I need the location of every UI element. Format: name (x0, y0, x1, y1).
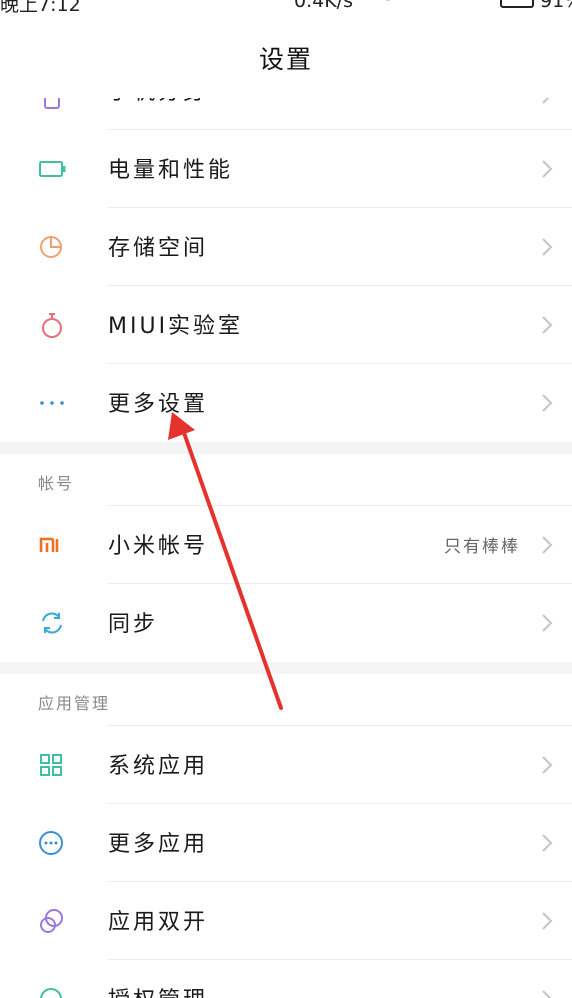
settings-item-label: 电量和性能 (108, 158, 234, 183)
status-battery-percent: 91% (540, 0, 572, 12)
status-network-speed: 0.4K/s (294, 0, 353, 12)
settings-item-storage[interactable]: 存储空间 (0, 208, 572, 286)
apps-grid-icon (40, 754, 62, 776)
settings-item-label: 同步 (108, 612, 159, 637)
chevron-right-icon (542, 238, 553, 256)
settings-item-label: 系统应用 (108, 754, 209, 779)
storage-pie-icon (40, 236, 62, 258)
more-apps-icon (39, 831, 63, 855)
section-title: 应用管理 (38, 694, 111, 713)
settings-item-permissions[interactable]: 授权管理 (0, 960, 572, 998)
account-name-value: 只有棒棒 (444, 537, 520, 557)
settings-item-dual-apps[interactable]: 应用双开 (0, 882, 572, 960)
chevron-right-icon (542, 912, 553, 930)
chevron-right-icon (542, 614, 553, 632)
settings-item-sync[interactable]: 同步 (0, 584, 572, 662)
settings-item-miui-lab[interactable]: MIUI实验室 (0, 286, 572, 364)
chevron-right-icon (542, 394, 553, 412)
chevron-right-icon (542, 536, 553, 554)
section-header-app-management: 应用管理 (0, 674, 572, 726)
title-bar: 设置 (0, 22, 572, 98)
settings-item-label: MIUI实验室 (108, 314, 244, 339)
status-signal-icons (385, 0, 391, 1)
page-title: 设置 (258, 45, 313, 74)
dual-apps-icon (40, 909, 63, 933)
settings-item-label: 应用双开 (108, 910, 209, 935)
chevron-right-icon (542, 756, 553, 774)
settings-item-more-settings[interactable]: 更多设置 (0, 364, 572, 442)
chevron-right-icon (542, 834, 553, 852)
chevron-right-icon (542, 316, 553, 334)
battery-status-icon (500, 0, 534, 8)
battery-icon (39, 161, 66, 177)
settings-item-label: 更多设置 (108, 392, 209, 417)
more-dots-icon (40, 401, 64, 405)
status-time: 晚上7:12 (0, 0, 81, 16)
settings-item-label: 更多应用 (108, 832, 209, 857)
sync-icon (42, 612, 62, 634)
settings-item-mi-account[interactable]: 小米帐号 只有棒棒 (0, 506, 572, 584)
section-gap (0, 442, 572, 454)
status-bar: 晚上7:12 0.4K/s 91% (0, 0, 572, 22)
settings-item-label: 存储空间 (108, 236, 209, 261)
settings-item-more-apps[interactable]: 更多应用 (0, 804, 572, 882)
mi-logo-icon (39, 537, 59, 552)
section-title: 帐号 (38, 474, 75, 493)
settings-list[interactable]: 手机分身 电量和性能 存储空间 MIUI实验室 更多设 (0, 60, 572, 998)
section-header-account: 帐号 (0, 454, 572, 506)
settings-item-system-apps[interactable]: 系统应用 (0, 726, 572, 804)
permission-icon (40, 988, 62, 998)
settings-item-label: 小米帐号 (108, 534, 209, 559)
section-gap (0, 662, 572, 674)
settings-item-label: 授权管理 (108, 982, 208, 998)
settings-item-battery-performance[interactable]: 电量和性能 (0, 130, 572, 208)
lab-flask-icon (42, 313, 62, 338)
chevron-right-icon (542, 160, 553, 178)
chevron-right-icon (542, 990, 552, 998)
